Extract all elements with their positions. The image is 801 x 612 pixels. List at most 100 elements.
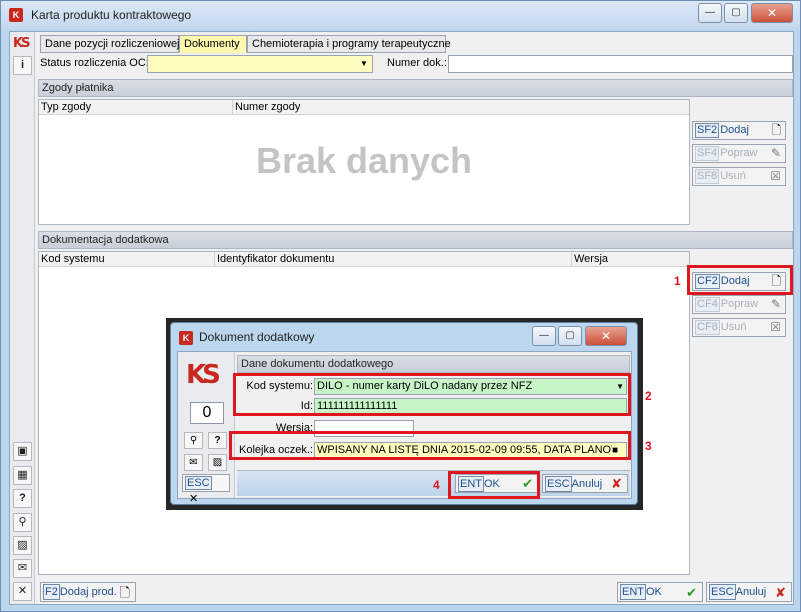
- close-icon[interactable]: ✕: [13, 582, 32, 601]
- close-button[interactable]: ✕: [751, 3, 793, 23]
- tab-dane-pozycji[interactable]: Dane pozycji rozliczeniowej: [40, 35, 180, 53]
- add-product-button[interactable]: F2 Dodaj prod. 🗋: [40, 582, 136, 602]
- column-identyfikator[interactable]: Identyfikator dokumentu: [215, 252, 572, 267]
- calculator-icon[interactable]: ▦: [13, 466, 32, 485]
- annotation-number-1: 1: [674, 274, 681, 288]
- dialog-title: Dokument dodatkowy: [199, 330, 315, 344]
- dokumentacja-delete-button[interactable]: CF8 Usuń ☒: [692, 318, 786, 337]
- app-icon: K: [9, 8, 23, 22]
- close-icon: ✕: [189, 493, 199, 505]
- new-document-icon: 🗋: [771, 123, 781, 137]
- zgody-grid[interactable]: Typ zgody Numer zgody Brak danych: [38, 99, 690, 225]
- annotation-number-3: 3: [645, 439, 652, 453]
- button-label: Dodaj: [720, 124, 749, 136]
- mail-icon[interactable]: ✉: [13, 559, 32, 578]
- zgody-add-button[interactable]: SF2 Dodaj 🗋: [692, 121, 786, 140]
- left-toolbar: KS i ▣ ▦ ? ⚲ ▨ ✉ ✕: [10, 32, 35, 604]
- key-hint: SF8: [695, 169, 720, 184]
- dokumentacja-edit-button[interactable]: CF4 Popraw ✎: [692, 295, 786, 314]
- edit-icon: ✎: [770, 297, 781, 311]
- id-field[interactable]: 111111111111111: [314, 398, 627, 415]
- dialog-left-panel: KS 0 ⚲ ? ✉ ▨ ESC ✕: [178, 352, 235, 505]
- key-hint: ESC: [185, 476, 212, 490]
- help-icon[interactable]: ?: [13, 489, 32, 508]
- status-combo[interactable]: ▼: [147, 55, 373, 73]
- column-kod-systemu[interactable]: Kod systemu: [39, 252, 215, 267]
- dokumentacja-add-button[interactable]: CF2 Dodaj 🗋: [692, 272, 786, 291]
- key-hint: ESC: [709, 584, 736, 600]
- kolejka-label: Kolejka oczek.:: [239, 444, 313, 456]
- key-hint: CF8: [695, 320, 720, 335]
- button-label: Dodaj prod.: [59, 586, 117, 598]
- zgody-grid-header: Typ zgody Numer zgody: [39, 100, 689, 115]
- button-label: Popraw: [720, 298, 759, 310]
- cancel-icon: ✘: [775, 585, 786, 600]
- doc-number-field[interactable]: [448, 55, 793, 73]
- info-button[interactable]: i: [13, 56, 32, 75]
- chevron-down-icon[interactable]: ▼: [616, 379, 624, 394]
- dialog-minimize-button[interactable]: —: [532, 326, 556, 346]
- monitor-icon[interactable]: ▣: [13, 442, 32, 461]
- cancel-icon: ✘: [611, 476, 622, 491]
- column-numer-zgody[interactable]: Numer zgody: [233, 100, 689, 115]
- dialog-client: KS 0 ⚲ ? ✉ ▨ ESC ✕ Dane dokumentu dodatk…: [177, 351, 632, 505]
- kolejka-value: WPISANY NA LISTĘ DNIA 2015-02-09 09:55, …: [317, 444, 619, 456]
- search-icon[interactable]: ⚲: [13, 513, 32, 532]
- column-typ-zgody[interactable]: Typ zgody: [39, 100, 233, 115]
- dialog-section-header: Dane dokumentu dodatkowego: [237, 355, 630, 373]
- window-title: Karta produktu kontraktowego: [31, 8, 192, 22]
- button-label: Usuń: [720, 321, 747, 333]
- select-icon[interactable]: ■: [612, 443, 624, 458]
- tab-dokumenty[interactable]: Dokumenty: [179, 35, 247, 53]
- key-hint: CF4: [695, 297, 720, 312]
- image-icon[interactable]: ▨: [13, 536, 32, 555]
- button-label: Usuń: [720, 170, 746, 182]
- tab-chemioterapia[interactable]: Chemioterapia i programy terapeutyczne: [247, 35, 451, 53]
- key-hint: F2: [43, 584, 60, 600]
- dokumentacja-header: Dokumentacja dodatkowa: [38, 231, 793, 249]
- kod-systemu-combo[interactable]: DILO - numer karty DiLO nadany przez NFZ…: [314, 378, 627, 395]
- kolejka-field[interactable]: WPISANY NA LISTĘ DNIA 2015-02-09 09:55, …: [314, 442, 627, 459]
- key-hint: SF4: [695, 146, 720, 161]
- id-label: Id:: [300, 400, 313, 412]
- cancel-button[interactable]: ESC Anuluj ✘: [706, 582, 792, 602]
- key-hint: ENT: [620, 584, 646, 600]
- dialog-maximize-button[interactable]: ▢: [558, 326, 582, 346]
- mail-icon[interactable]: ✉: [184, 454, 203, 471]
- counter-display: 0: [190, 402, 224, 424]
- image-icon[interactable]: ▨: [208, 454, 227, 471]
- help-icon[interactable]: ?: [208, 432, 227, 449]
- annotation-number-2: 2: [645, 389, 652, 403]
- dialog-cancel-button[interactable]: ESC Anuluj ✘: [542, 474, 628, 493]
- kod-systemu-label: Kod systemu:: [246, 380, 313, 392]
- zgody-delete-button[interactable]: SF8 Usuń ☒: [692, 167, 786, 186]
- status-row: Status rozliczenia OC: ▼ Numer dok.:: [38, 54, 793, 76]
- maximize-button[interactable]: ▢: [724, 3, 748, 23]
- title-bar: K Karta produktu kontraktowego — ▢ ✕: [1, 1, 800, 29]
- doc-number-label: Numer dok.:: [387, 57, 447, 69]
- delete-icon: ☒: [770, 169, 781, 183]
- ok-button[interactable]: ENT OK ✔: [617, 582, 703, 602]
- dialog-ok-button[interactable]: ENT OK ✔: [455, 474, 539, 493]
- button-label: Dodaj: [720, 275, 750, 287]
- button-label: OK: [484, 478, 500, 490]
- zgody-edit-button[interactable]: SF4 Popraw ✎: [692, 144, 786, 163]
- button-label: OK: [646, 586, 662, 598]
- ks-logo: KS: [186, 360, 221, 390]
- column-wersja[interactable]: Wersja: [572, 252, 689, 267]
- dialog-close-button[interactable]: ✕: [585, 326, 627, 346]
- edit-icon: ✎: [770, 146, 781, 160]
- dialog-esc-button[interactable]: ESC ✕: [182, 474, 230, 505]
- chevron-down-icon[interactable]: ▼: [357, 57, 371, 71]
- search-icon[interactable]: ⚲: [184, 432, 203, 449]
- dialog-app-icon: K: [179, 331, 193, 345]
- wersja-label: Wersja:: [275, 422, 313, 434]
- wersja-field[interactable]: [314, 420, 414, 437]
- status-label: Status rozliczenia OC:: [40, 57, 149, 69]
- checkmark-icon: ✔: [522, 476, 533, 491]
- checkmark-icon: ✔: [686, 585, 697, 600]
- key-hint: ENT: [458, 476, 484, 492]
- new-document-icon: 🗋: [771, 274, 781, 288]
- minimize-button[interactable]: —: [698, 3, 722, 23]
- annotation-number-4: 4: [433, 478, 440, 492]
